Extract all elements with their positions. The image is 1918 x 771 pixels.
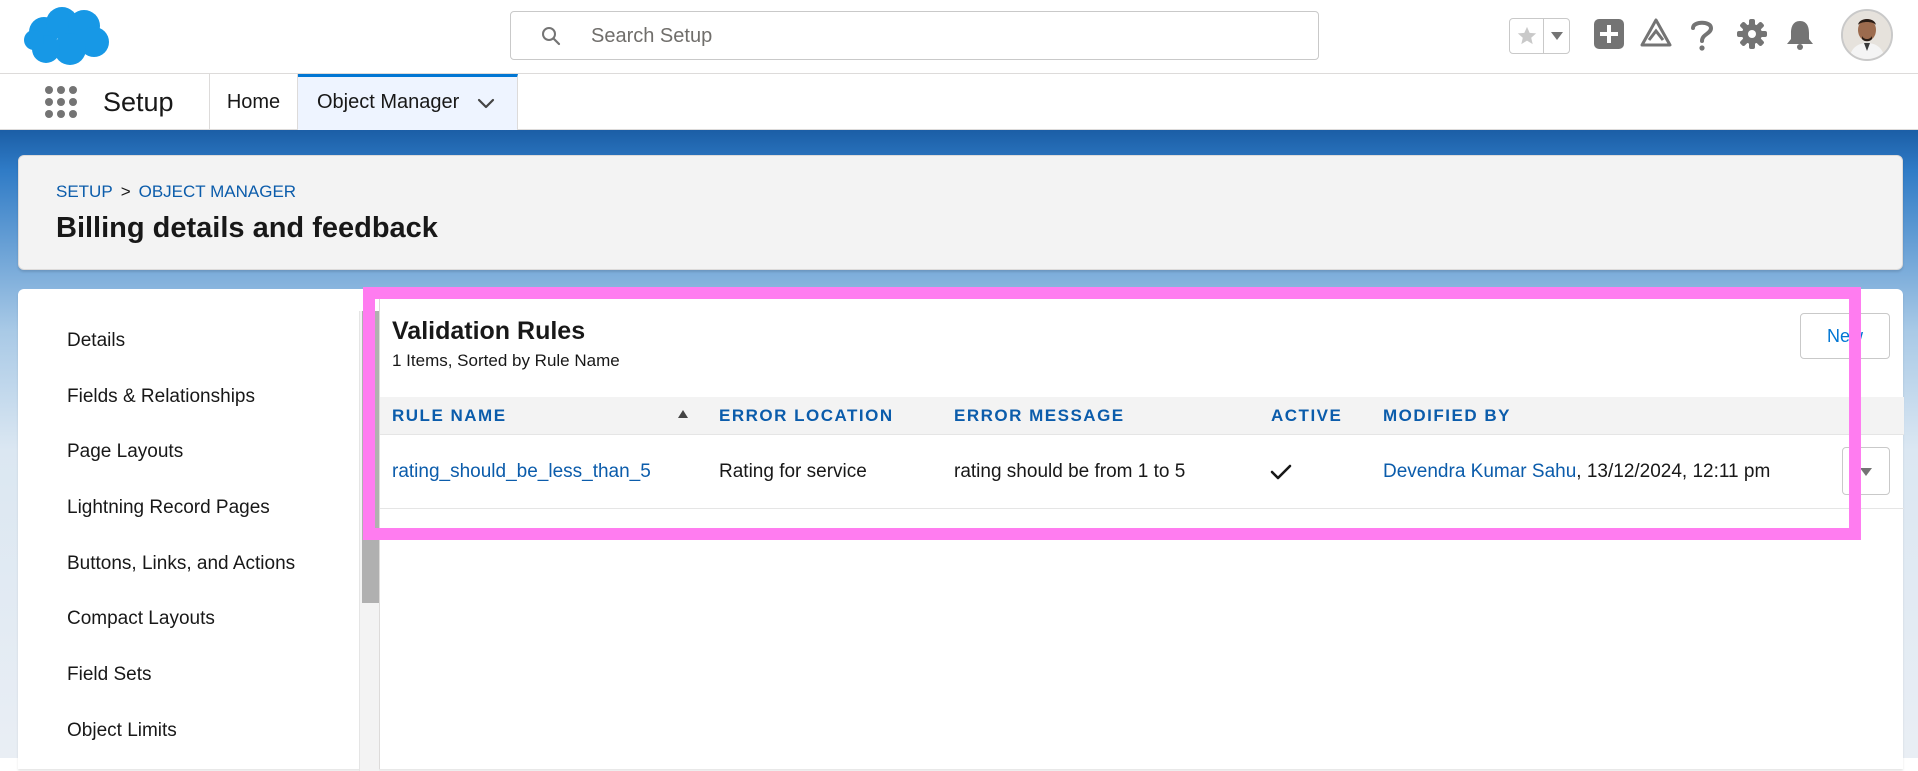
sidebar-item-object-limits[interactable]: Object Limits	[67, 720, 177, 742]
settings-gear-icon[interactable]	[1736, 18, 1768, 50]
breadcrumb-setup[interactable]: SETUP	[56, 182, 113, 201]
tab-object-manager[interactable]: Object Manager	[298, 74, 518, 130]
tab-home[interactable]: Home	[210, 74, 298, 130]
global-header	[0, 0, 1918, 74]
column-header-rule-name[interactable]: RULE NAME	[392, 406, 507, 426]
search-icon	[542, 27, 561, 46]
panel-title: Validation Rules	[392, 317, 586, 345]
search-input[interactable]	[589, 20, 1293, 52]
modified-by-user-link[interactable]: Devendra Kumar Sahu	[1383, 461, 1576, 482]
new-rule-button[interactable]: New	[1800, 313, 1890, 359]
sidebar-scrollbar[interactable]	[359, 311, 380, 771]
breadcrumb-separator: >	[120, 182, 131, 201]
sidebar-scrollbar-thumb[interactable]	[362, 311, 380, 603]
page-title: Billing details and feedback	[56, 212, 438, 244]
search-setup-box[interactable]	[510, 11, 1319, 60]
object-page-header: SETUP > OBJECT MANAGER Billing details and…	[18, 155, 1903, 270]
table-header: RULE NAME ERROR LOCATION ERROR MESSAGE A…	[380, 397, 1904, 435]
sidebar-item-buttons-links-actions[interactable]: Buttons, Links, and Actions	[67, 553, 295, 575]
object-sidebar: Details Fields & Relationships Page Layo…	[18, 289, 358, 769]
error-location-cell: Rating for service	[719, 461, 867, 482]
column-header-error-location[interactable]: ERROR LOCATION	[719, 406, 894, 426]
tab-object-manager-label: Object Manager	[317, 91, 460, 113]
favorites-menu-icon[interactable]	[1544, 19, 1569, 53]
object-content-card: Details Fields & Relationships Page Layo…	[18, 289, 1904, 771]
add-icon[interactable]	[1593, 18, 1625, 50]
breadcrumb: SETUP > OBJECT MANAGER	[56, 182, 296, 202]
breadcrumb-object-manager[interactable]: OBJECT MANAGER	[139, 182, 296, 201]
sidebar-item-field-sets[interactable]: Field Sets	[67, 664, 151, 686]
app-name: Setup	[103, 87, 174, 117]
favorites-star-icon[interactable]	[1510, 19, 1544, 53]
help-icon[interactable]	[1688, 18, 1716, 52]
chevron-down-icon[interactable]	[476, 93, 496, 113]
context-nav-bar: Setup Home Object Manager	[0, 74, 1918, 130]
sidebar-item-compact-layouts[interactable]: Compact Layouts	[67, 608, 215, 630]
error-message-cell: rating should be from 1 to 5	[954, 461, 1186, 482]
table-row: rating_should_be_less_than_5 Rating for …	[380, 435, 1904, 509]
trailhead-icon[interactable]	[1640, 18, 1672, 50]
active-check-icon	[1270, 464, 1292, 480]
modified-date: , 13/12/2024, 12:11 pm	[1576, 461, 1771, 482]
modified-by-cell: Devendra Kumar Sahu, 13/12/2024, 12:11 p…	[1383, 461, 1770, 483]
sidebar-item-fields-relationships[interactable]: Fields & Relationships	[67, 386, 255, 408]
rule-name-cell: rating_should_be_less_than_5	[392, 461, 651, 483]
user-avatar[interactable]	[1841, 9, 1893, 61]
rule-name-link[interactable]: rating_should_be_less_than_5	[392, 461, 651, 482]
sidebar-item-details[interactable]: Details	[67, 330, 125, 352]
row-actions-down-icon	[1860, 468, 1872, 476]
sort-ascending-icon[interactable]	[677, 409, 689, 419]
sidebar-item-page-layouts[interactable]: Page Layouts	[67, 441, 183, 463]
column-header-active[interactable]: ACTIVE	[1271, 406, 1342, 426]
sidebar-item-lightning-record-pages[interactable]: Lightning Record Pages	[67, 497, 270, 519]
column-header-error-message[interactable]: ERROR MESSAGE	[954, 406, 1125, 426]
salesforce-cloud-logo[interactable]	[22, 6, 112, 68]
app-launcher-icon[interactable]	[44, 85, 78, 119]
favorites-group	[1509, 18, 1570, 54]
notifications-bell-icon[interactable]	[1785, 18, 1815, 50]
panel-subtitle: 1 Items, Sorted by Rule Name	[392, 351, 620, 370]
column-header-modified-by[interactable]: MODIFIED BY	[1383, 406, 1511, 426]
validation-rules-panel: Validation Rules 1 Items, Sorted by Rule…	[379, 289, 1904, 769]
row-actions-button[interactable]	[1842, 447, 1890, 495]
